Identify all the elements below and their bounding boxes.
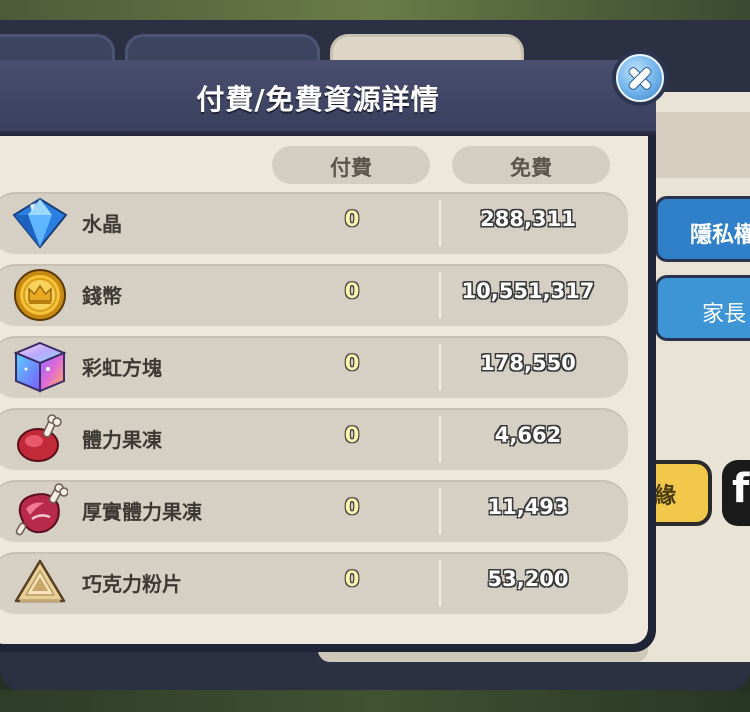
- resource-row: 體力果凍 0 4,662: [0, 408, 628, 470]
- paid-value: 0: [344, 567, 360, 591]
- free-value: 11,493: [487, 495, 569, 519]
- resource-row: 巧克力粉片 0 53,200: [0, 552, 628, 614]
- column-header-paid: 付費: [272, 146, 430, 184]
- stamina-jelly-icon: [17, 414, 62, 462]
- resource-name: 彩虹方塊: [82, 356, 162, 380]
- close-button[interactable]: [612, 50, 668, 106]
- paid-value: 0: [344, 423, 360, 447]
- free-value: 10,551,317: [461, 279, 595, 303]
- column-divider: [439, 272, 441, 318]
- paid-value: 0: [344, 495, 360, 519]
- resource-row: 厚實體力果凍 0 11,493: [0, 480, 628, 542]
- resource-name: 體力果凍: [82, 428, 162, 452]
- resource-row: 彩虹方塊 0 178,550: [0, 336, 628, 398]
- paid-value: 0: [344, 351, 360, 375]
- thick-stamina-jelly-icon: [15, 483, 68, 536]
- background-scenery-top: [0, 0, 750, 20]
- column-divider: [439, 488, 441, 534]
- background-scenery-bottom: [0, 690, 750, 712]
- column-divider: [439, 344, 441, 390]
- resource-row: 水晶 0 288,311: [0, 192, 628, 254]
- close-icon[interactable]: [616, 54, 664, 102]
- modal-title: 付費/免費資源詳情: [196, 83, 440, 116]
- resource-name: 巧克力粉片: [82, 572, 182, 596]
- modal-header: 付費/免費資源詳情: [0, 60, 656, 134]
- paid-value: 0: [344, 207, 360, 231]
- free-value: 288,311: [480, 207, 576, 231]
- parent-button: 家長: [655, 275, 750, 341]
- column-divider: [439, 416, 441, 462]
- game-screen: 隱私權 家長 緣 f 付費/免費資源詳情 付費 免費 水晶 0 288,311: [0, 0, 750, 712]
- resource-name: 水晶: [82, 212, 122, 236]
- resource-name: 錢幣: [82, 284, 122, 308]
- resource-row: 錢幣 0 10,551,317: [0, 264, 628, 326]
- coin-icon: [14, 269, 66, 321]
- column-header-free: 免費: [452, 146, 610, 184]
- privacy-button: 隱私權: [655, 196, 750, 262]
- resource-name: 厚實體力果凍: [82, 500, 202, 524]
- facebook-icon: f: [722, 460, 750, 526]
- free-value: 53,200: [487, 567, 569, 591]
- column-divider: [439, 560, 441, 606]
- paid-value: 0: [344, 279, 360, 303]
- free-value: 178,550: [480, 351, 576, 375]
- chocolate-flake-icon: [14, 559, 66, 603]
- crystal-icon: [12, 197, 68, 249]
- column-divider: [439, 200, 441, 246]
- free-value: 4,662: [494, 423, 562, 447]
- rainbow-cube-icon: [13, 341, 67, 393]
